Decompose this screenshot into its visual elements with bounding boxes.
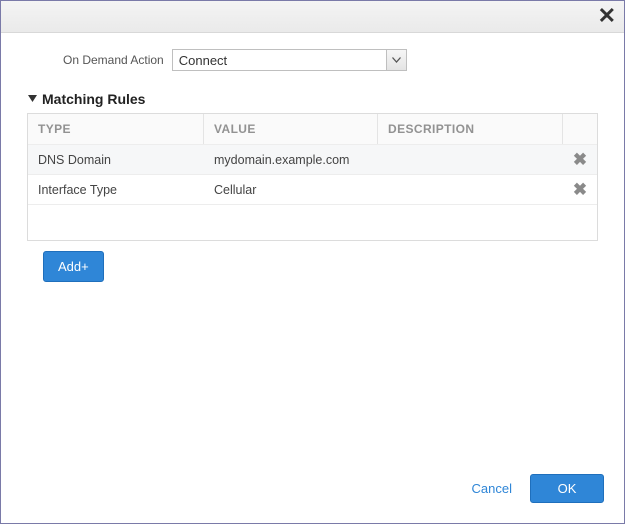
- ok-button[interactable]: OK: [530, 474, 604, 503]
- on-demand-action-label: On Demand Action: [63, 53, 164, 67]
- column-actions: [563, 114, 597, 144]
- dialog-footer: Cancel OK: [1, 462, 624, 523]
- close-icon[interactable]: ✕: [598, 5, 616, 27]
- dialog-titlebar: ✕: [1, 1, 624, 33]
- table-row[interactable]: DNS Domain mydomain.example.com ✖: [28, 144, 597, 174]
- matching-rules-header[interactable]: Matching Rules: [27, 91, 598, 107]
- matching-rules-title: Matching Rules: [42, 91, 145, 107]
- cell-type: DNS Domain: [28, 147, 204, 173]
- on-demand-action-value: Connect: [173, 50, 386, 70]
- cell-type: Interface Type: [28, 177, 204, 203]
- table-row[interactable]: Interface Type Cellular ✖: [28, 174, 597, 204]
- cell-description: [378, 184, 563, 196]
- matching-rules-table: TYPE VALUE DESCRIPTION DNS Domain mydoma…: [27, 113, 598, 241]
- add-button[interactable]: Add+: [43, 251, 104, 282]
- chevron-down-icon[interactable]: [386, 50, 406, 70]
- cell-description: [378, 154, 563, 166]
- on-demand-action-select[interactable]: Connect: [172, 49, 407, 71]
- delete-icon[interactable]: ✖: [563, 180, 597, 200]
- table-header: TYPE VALUE DESCRIPTION: [28, 114, 597, 144]
- table-empty-space: [28, 204, 597, 240]
- column-type: TYPE: [28, 114, 204, 144]
- cell-value: Cellular: [204, 177, 378, 203]
- on-demand-action-row: On Demand Action Connect: [63, 49, 598, 71]
- cancel-button[interactable]: Cancel: [472, 481, 512, 496]
- delete-icon[interactable]: ✖: [563, 150, 597, 170]
- disclosure-triangle-icon: [27, 91, 38, 107]
- dialog-content: On Demand Action Connect Matching Rules …: [1, 33, 624, 462]
- dialog: ✕ On Demand Action Connect Matching Rule…: [0, 0, 625, 524]
- column-value: VALUE: [204, 114, 378, 144]
- column-description: DESCRIPTION: [378, 114, 563, 144]
- cell-value: mydomain.example.com: [204, 147, 378, 173]
